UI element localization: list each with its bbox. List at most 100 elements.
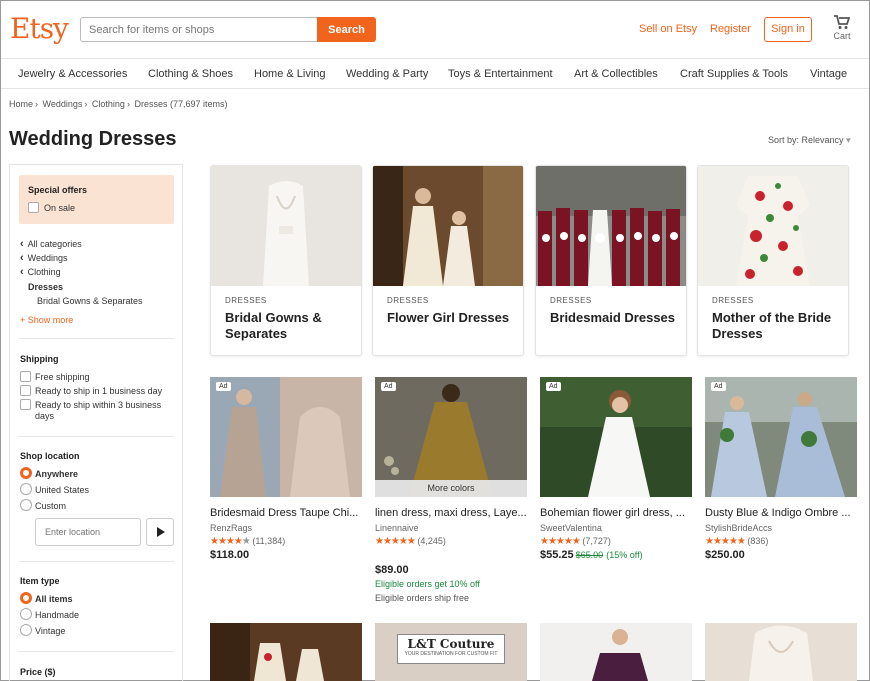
search-bar: Search xyxy=(80,17,376,42)
shipping-title: Shipping xyxy=(20,354,59,364)
listing-card[interactable]: Ad Dusty Blue & Indigo Ombre ... Stylish… xyxy=(705,377,857,567)
listing-image xyxy=(540,377,692,497)
listing-card[interactable]: Ad Bridesmaid Dress Taupe Chi... RenzRag… xyxy=(210,377,362,567)
listing-shop[interactable]: Linennaive xyxy=(375,523,419,533)
listing-rating: ★★★★★ (836) xyxy=(705,536,769,547)
discount-label: (15% off) xyxy=(606,550,643,560)
free-shipping-checkbox[interactable] xyxy=(20,371,31,382)
breadcrumb-clothing[interactable]: Clothing xyxy=(92,99,125,109)
divider xyxy=(19,338,174,339)
location-us-label[interactable]: United States xyxy=(35,485,89,495)
category-wedding[interactable]: Wedding & Party xyxy=(346,68,428,80)
item-handmade-label[interactable]: Handmade xyxy=(35,610,79,620)
listing-rating: ★★★★★ (7,727) xyxy=(540,536,611,547)
location-custom-label[interactable]: Custom xyxy=(35,501,66,511)
category-vintage[interactable]: Vintage xyxy=(810,68,847,80)
category-toys[interactable]: Toys & Entertainment xyxy=(448,68,553,80)
listing-card[interactable]: Ad Bohemian flower girl dress, ... Sweet… xyxy=(540,377,692,567)
listing-image[interactable]: L&T Couture YOUR DESTINATION FOR CUSTOM … xyxy=(375,623,527,681)
item-all-label[interactable]: All items xyxy=(35,594,73,604)
listing-card[interactable]: Ad More colors linen dress, maxi dress, … xyxy=(375,377,527,607)
ad-badge: Ad xyxy=(381,382,396,391)
item-vintage-radio[interactable] xyxy=(20,624,32,636)
on-sale-label[interactable]: On sale xyxy=(44,203,75,213)
sign-in-button[interactable]: Sign in xyxy=(764,17,812,42)
star-rating-icon: ★★★★★ xyxy=(375,536,416,547)
breadcrumb-home[interactable]: Home xyxy=(9,99,33,109)
ship-3-days-checkbox[interactable] xyxy=(20,399,31,410)
location-custom-radio[interactable] xyxy=(20,499,32,511)
listing-image[interactable] xyxy=(705,623,857,681)
location-anywhere-label[interactable]: Anywhere xyxy=(35,469,78,479)
category-craft[interactable]: Craft Supplies & Tools xyxy=(680,68,788,80)
ad-badge: Ad xyxy=(216,382,231,391)
location-anywhere-radio[interactable] xyxy=(20,467,32,479)
site-header: Etsy Search Sell on Etsy Register Sign i… xyxy=(1,1,869,59)
tile-bridal-gowns[interactable]: DRESSES Bridal Gowns & Separates xyxy=(210,165,362,356)
chevron-left-icon: ‹ xyxy=(20,252,24,264)
tile-small-label: DRESSES xyxy=(387,296,429,305)
show-more-link[interactable]: + Show more xyxy=(20,315,73,325)
listing-shop[interactable]: StylishBrideAccs xyxy=(705,523,772,533)
ship-3-days-label-cont[interactable]: days xyxy=(35,411,54,421)
divider xyxy=(19,561,174,562)
item-vintage-label[interactable]: Vintage xyxy=(35,626,65,636)
category-art[interactable]: Art & Collectibles xyxy=(574,68,658,80)
location-us-radio[interactable] xyxy=(20,483,32,495)
more-colors-label[interactable]: More colors xyxy=(375,480,527,497)
tile-name: Mother of the Bride Dresses xyxy=(712,310,832,341)
tile-small-label: DRESSES xyxy=(550,296,592,305)
tile-flower-girl[interactable]: DRESSES Flower Girl Dresses xyxy=(372,165,524,356)
listing-title[interactable]: Bridesmaid Dress Taupe Chi... xyxy=(210,507,362,519)
sort-dropdown[interactable]: Sort by: Relevancy ▾ xyxy=(768,135,851,146)
star-rating-icon: ★★★★★ xyxy=(210,536,251,547)
listing-image[interactable] xyxy=(210,623,362,681)
cart-icon xyxy=(834,15,850,29)
on-sale-checkbox[interactable] xyxy=(28,202,39,213)
category-home[interactable]: Home & Living xyxy=(254,68,326,80)
tile-mother-of-bride[interactable]: DRESSES Mother of the Bride Dresses xyxy=(697,165,849,356)
sell-on-etsy-link[interactable]: Sell on Etsy xyxy=(639,23,697,35)
search-input[interactable] xyxy=(80,17,318,42)
ship-1-day-label[interactable]: Ready to ship in 1 business day xyxy=(35,386,162,396)
star-rating-icon: ★★★★★ xyxy=(705,536,746,547)
cart-label: Cart xyxy=(833,31,851,41)
breadcrumb-current: Dresses (77,697 items) xyxy=(134,99,228,109)
nav-current-dresses: Dresses xyxy=(28,282,64,292)
item-handmade-radio[interactable] xyxy=(20,608,32,620)
listing-title[interactable]: linen dress, maxi dress, Laye... xyxy=(375,507,527,519)
ship-1-day-checkbox[interactable] xyxy=(20,385,31,396)
free-shipping-label[interactable]: Free shipping xyxy=(35,372,90,382)
location-input[interactable] xyxy=(35,518,141,546)
flower-girl-image xyxy=(373,166,523,286)
listing-title[interactable]: Dusty Blue & Indigo Ombre ... xyxy=(705,507,857,519)
shop-logo-name: L&T Couture xyxy=(407,637,495,651)
breadcrumb-weddings[interactable]: Weddings xyxy=(43,99,83,109)
listing-image[interactable] xyxy=(540,623,692,681)
floral-dress-image xyxy=(698,166,848,286)
nav-clothing[interactable]: ‹ Clothing xyxy=(20,266,61,278)
register-link[interactable]: Register xyxy=(710,23,751,35)
etsy-logo[interactable]: Etsy xyxy=(10,12,69,45)
location-submit-button[interactable] xyxy=(146,518,174,546)
tile-bridesmaid[interactable]: DRESSES Bridesmaid Dresses xyxy=(535,165,687,356)
price-title: Price ($) xyxy=(20,667,56,677)
search-button[interactable]: Search xyxy=(317,17,376,42)
chevron-down-icon: ▾ xyxy=(846,135,851,145)
listing-shop[interactable]: SweetValentina xyxy=(540,523,602,533)
item-all-radio[interactable] xyxy=(20,592,32,604)
listing-shop[interactable]: RenzRags xyxy=(210,523,252,533)
ship-3-days-label[interactable]: Ready to ship within 3 business xyxy=(35,400,161,410)
category-clothing[interactable]: Clothing & Shoes xyxy=(148,68,233,80)
nav-bridal-gowns[interactable]: Bridal Gowns & Separates xyxy=(37,296,143,306)
filter-sidebar: Special offers On sale ‹ All categories ‹… xyxy=(9,164,183,681)
nav-all-categories[interactable]: ‹ All categories xyxy=(20,238,82,250)
listing-price: $55.25 $65.00 (15% off) xyxy=(540,549,643,561)
nav-weddings[interactable]: ‹ Weddings xyxy=(20,252,68,264)
tile-name: Bridal Gowns & Separates xyxy=(225,310,322,341)
cart-button[interactable]: Cart xyxy=(829,15,855,41)
category-jewelry[interactable]: Jewelry & Accessories xyxy=(18,68,127,80)
listing-title[interactable]: Bohemian flower girl dress, ... xyxy=(540,507,692,519)
chevron-left-icon: ‹ xyxy=(20,238,24,250)
shop-logo: L&T Couture YOUR DESTINATION FOR CUSTOM … xyxy=(397,634,505,664)
